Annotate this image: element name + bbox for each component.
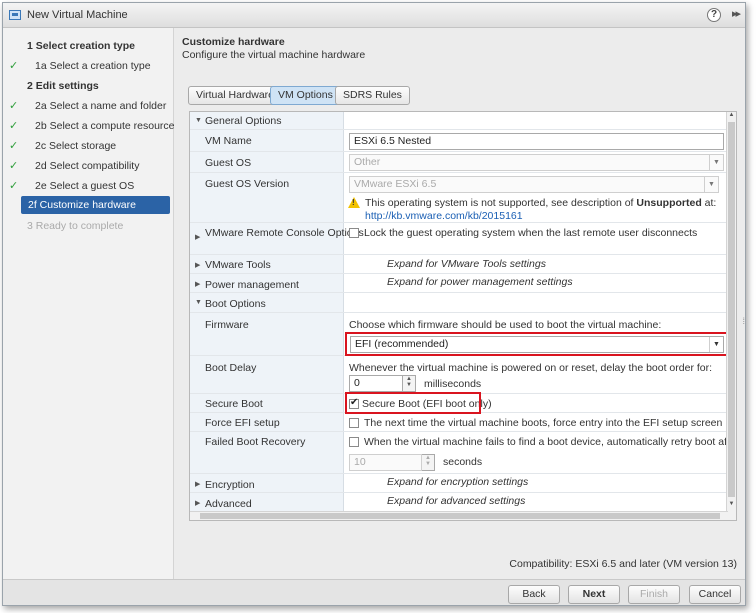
expand-icon: ▶ <box>195 500 201 507</box>
nav-step-2f[interactable]: 2f Customize hardware <box>21 196 170 214</box>
vmware-tools-row[interactable]: ▶ VMware Tools Expand for VMware Tools s… <box>190 255 736 274</box>
window-title: New Virtual Machine <box>27 9 128 21</box>
nav-step-2e[interactable]: ✓ 2e Select a guest OS <box>3 177 174 195</box>
boot-delay-stepper[interactable]: ▲ ▼ <box>403 375 416 392</box>
nav-step-2c[interactable]: ✓ 2c Select storage <box>3 137 174 155</box>
retry-delay-input[interactable]: 10 <box>349 454 422 471</box>
new-vm-dialog: New Virtual Machine ? ▸▸ 1 Select creati… <box>2 2 746 606</box>
nav-step-1: 1 Select creation type <box>27 40 135 52</box>
failed-boot-recovery-checkbox[interactable] <box>349 437 359 447</box>
warning-icon <box>348 197 360 208</box>
scroll-up-icon[interactable]: ▲ <box>727 112 736 121</box>
check-icon: ✓ <box>9 100 19 112</box>
virtual-machine-icon <box>9 10 21 20</box>
help-button[interactable]: ? <box>707 8 721 22</box>
boot-delay-input[interactable]: 0 <box>349 375 403 392</box>
check-icon: ✓ <box>9 140 19 152</box>
tab-sdrs-rules[interactable]: SDRS Rules <box>335 86 410 105</box>
secure-boot-highlight <box>345 392 481 414</box>
title-bar: New Virtual Machine ? ▸▸ <box>3 3 745 28</box>
check-icon: ✓ <box>9 120 19 132</box>
guest-os-version-select[interactable]: VMware ESXi 6.5 ▼ <box>349 176 719 193</box>
expand-icon: ▶ <box>195 281 201 288</box>
wizard-nav: 1 Select creation type ✓ 1a Select a crea… <box>3 28 175 579</box>
expand-icon: ▶ <box>195 481 201 488</box>
power-management-row[interactable]: ▶ Power management Expand for power mana… <box>190 274 736 293</box>
lock-guest-os-checkbox[interactable] <box>349 228 359 238</box>
nav-step-2d[interactable]: ✓ 2d Select compatibility <box>3 157 174 175</box>
nav-step-2a[interactable]: ✓ 2a Select a name and folder <box>3 97 174 115</box>
check-icon: ✓ <box>9 180 19 192</box>
horizontal-scrollbar[interactable] <box>190 511 728 520</box>
remote-console-row[interactable]: ▶ VMware Remote Console Options Lock the… <box>190 223 736 255</box>
vm-name-input[interactable]: ESXi 6.5 Nested <box>349 133 724 150</box>
back-button[interactable]: Back <box>508 585 560 604</box>
check-icon: ✓ <box>9 60 19 72</box>
next-button[interactable]: Next <box>568 585 620 604</box>
encryption-row[interactable]: ▶ Encryption Expand for encryption setti… <box>190 474 736 493</box>
wizard-footer: Back Next Finish Cancel <box>3 579 745 605</box>
boot-options-row[interactable]: ▼ Boot Options <box>190 293 736 313</box>
nav-step-1a[interactable]: ✓ 1a Select a creation type <box>3 57 174 75</box>
resize-grip-icon[interactable]: ⁞ <box>742 316 745 326</box>
retry-delay-stepper[interactable]: ▲ ▼ <box>422 454 435 471</box>
check-icon: ✓ <box>9 160 19 172</box>
firmware-highlight <box>345 332 729 356</box>
scroll-down-icon[interactable]: ▼ <box>727 501 736 510</box>
nav-step-2b[interactable]: ✓ 2b Select a compute resource <box>3 117 175 135</box>
compatibility-label: Compatibility: ESXi 6.5 and later (VM ve… <box>509 558 737 570</box>
advanced-row[interactable]: ▶ Advanced Expand for advanced settings <box>190 493 736 512</box>
guest-os-select[interactable]: Other ▼ <box>349 154 724 171</box>
tab-virtual-hardware[interactable]: Virtual Hardware <box>188 86 283 105</box>
collapse-icon: ▼ <box>195 117 202 124</box>
force-efi-checkbox[interactable] <box>349 418 359 428</box>
chevron-down-icon: ▼ <box>709 155 723 170</box>
vm-options-panel: ▼ General Options VM Name ESXi 6.5 Neste… <box>189 111 737 521</box>
expand-icon[interactable]: ▸▸ <box>732 7 741 20</box>
collapse-icon: ▼ <box>195 299 202 306</box>
finish-button[interactable]: Finish <box>628 585 680 604</box>
page-subtitle: Configure the virtual machine hardware <box>182 49 366 61</box>
chevron-down-icon: ▼ <box>704 177 718 192</box>
page-title: Customize hardware <box>182 36 285 48</box>
nav-step-2: 2 Edit settings <box>27 80 99 92</box>
kb-link[interactable]: http://kb.vmware.com/kb/2015161 <box>365 210 523 222</box>
main-content: Customize hardware Configure the virtual… <box>175 28 745 579</box>
expand-icon: ▶ <box>195 234 201 241</box>
expand-icon: ▶ <box>195 262 201 269</box>
tab-vm-options[interactable]: VM Options <box>270 86 341 105</box>
vertical-scrollbar[interactable]: ▲ ▼ <box>726 112 736 520</box>
cancel-button[interactable]: Cancel <box>689 585 741 604</box>
general-options-row[interactable]: ▼ General Options <box>190 112 736 130</box>
nav-step-3: 3 Ready to complete <box>27 220 124 232</box>
